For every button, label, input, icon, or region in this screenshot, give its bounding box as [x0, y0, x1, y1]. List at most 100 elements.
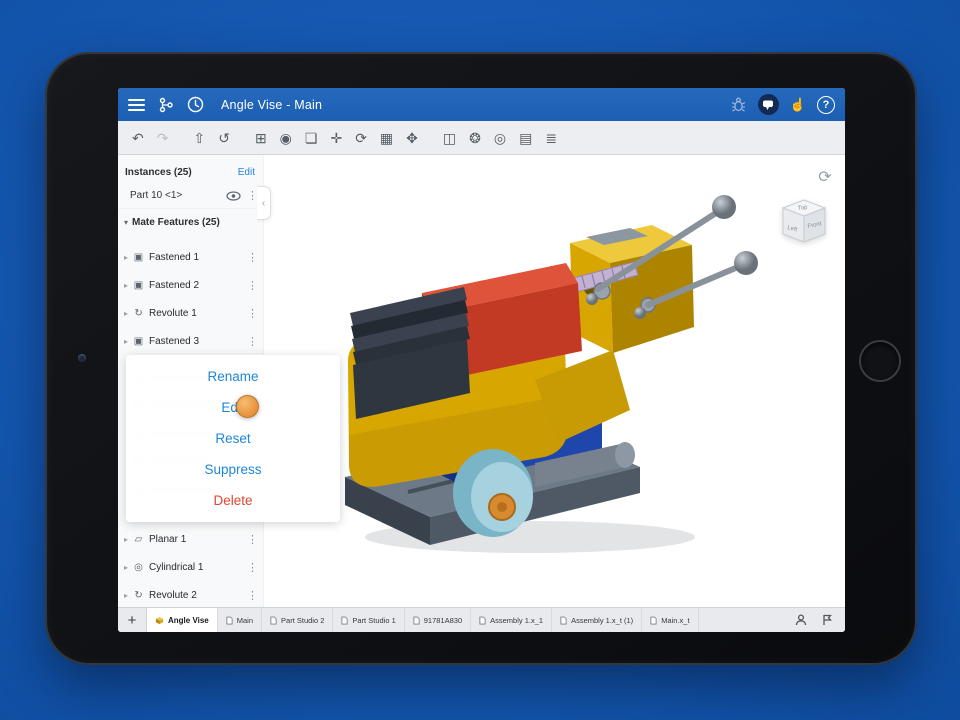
menu-icon[interactable] — [128, 98, 145, 111]
chevron-right-icon[interactable]: ▸ — [124, 281, 128, 290]
tab-91781a830[interactable]: 91781A830 — [405, 608, 472, 632]
main-content: ⟳ Top Left Front Instances (25) Edit Par… — [118, 155, 845, 607]
mate-item-fastened-2[interactable]: ▸ ▣ Fastened 2 ⋮ — [118, 271, 263, 299]
tab-label: Angle Vise — [168, 615, 209, 625]
group-icon[interactable]: ❏ — [305, 131, 318, 145]
insert-icon[interactable]: ⊞ — [255, 131, 267, 145]
mate-item-label: Revolute 2 — [149, 589, 197, 601]
redo-icon[interactable]: ↷ — [157, 131, 169, 145]
chevron-right-icon[interactable]: ▸ — [124, 337, 128, 346]
3d-model-angle-vise — [345, 195, 758, 553]
mate-item-cylindrical-1[interactable]: ▸ ◎ Cylindrical 1 ⋮ — [118, 553, 263, 581]
context-menu-delete[interactable]: Delete — [126, 485, 340, 516]
transform-icon[interactable]: ✥ — [406, 131, 418, 145]
home-button[interactable] — [859, 340, 901, 382]
mate-item-fastened-1[interactable]: ▸ ▣ Fastened 1 ⋮ — [118, 243, 263, 271]
context-menu-reset[interactable]: Reset — [126, 423, 340, 454]
pattern-icon[interactable]: ▤ — [519, 131, 532, 145]
tab-label: Assembly 1.x_1 — [490, 615, 544, 625]
fastened-mate-icon: ▣ — [133, 251, 144, 263]
versions-icon[interactable] — [158, 97, 174, 113]
bug-icon[interactable] — [730, 97, 747, 112]
document-icon — [226, 616, 233, 624]
overflow-menu-icon[interactable]: ⋮ — [247, 251, 258, 264]
document-icon — [270, 616, 277, 624]
visibility-eye-icon[interactable] — [226, 190, 241, 201]
app-window: Angle Vise - Main ☝ ? ↶ ↷ ⇧ ↺ ⊞ ◉ ❏ ✛ ⟳ … — [118, 88, 845, 632]
fastened-mate-icon: ▣ — [133, 279, 144, 291]
context-menu-rename[interactable]: Rename — [126, 361, 340, 392]
overflow-menu-icon[interactable]: ⋮ — [247, 279, 258, 292]
flag-icon[interactable] — [821, 614, 833, 626]
chevron-right-icon[interactable]: ▸ — [124, 535, 128, 544]
history-icon[interactable]: ↺ — [218, 131, 230, 145]
mate-item-planar-1[interactable]: ▸ ▱ Planar 1 ⋮ — [118, 525, 263, 553]
document-icon — [413, 616, 420, 624]
chevron-right-icon[interactable]: ▸ — [124, 563, 128, 572]
camera-dot — [78, 354, 86, 362]
chevron-right-icon[interactable]: ▸ — [124, 591, 128, 600]
mate-item-revolute-2[interactable]: ▸ ↻ Revolute 2 ⋮ — [118, 581, 263, 607]
document-tab-bar: + Angle Vise Main Part Studio 2 Part Stu… — [118, 607, 845, 632]
document-icon — [560, 616, 567, 624]
mate-item-revolute-1[interactable]: ▸ ↻ Revolute 1 ⋮ — [118, 299, 263, 327]
rotate-icon[interactable]: ⟳ — [355, 131, 367, 145]
stack-icon[interactable]: ≣ — [545, 131, 557, 145]
undo-icon[interactable]: ↶ — [132, 131, 144, 145]
tab-label: Main — [236, 615, 254, 625]
new-tab-button[interactable]: + — [118, 608, 146, 632]
tab-assembly-1-x-1[interactable]: Assembly 1.x_1 — [471, 608, 553, 632]
touch-mode-icon[interactable]: ☝ — [790, 98, 806, 111]
overflow-menu-icon[interactable]: ⋮ — [247, 307, 258, 320]
inspect-icon[interactable]: ◎ — [494, 131, 506, 145]
snap-mode-icon[interactable]: ▦ — [380, 131, 393, 145]
assembly-cube-icon — [155, 616, 164, 624]
mate-item-fastened-3[interactable]: ▸ ▣ Fastened 3 ⋮ — [118, 327, 263, 355]
overflow-menu-icon[interactable]: ⋮ — [247, 533, 258, 546]
export-icon[interactable]: ⇧ — [193, 131, 205, 145]
section-view-icon[interactable]: ◫ — [443, 131, 456, 145]
user-icon[interactable] — [795, 614, 807, 626]
mate-item-label: Cylindrical 1 — [149, 561, 204, 573]
cylindrical-mate-icon: ◎ — [134, 561, 143, 573]
tab-label: Main.x_t — [661, 615, 690, 625]
chevron-down-icon[interactable]: ▾ — [124, 218, 128, 227]
tab-part-studio-2[interactable]: Part Studio 2 — [262, 608, 334, 632]
tablet-device: Angle Vise - Main ☝ ? ↶ ↷ ⇧ ↺ ⊞ ◉ ❏ ✛ ⟳ … — [45, 52, 917, 665]
tab-label: Part Studio 1 — [352, 615, 396, 625]
chevron-right-icon[interactable]: ▸ — [124, 253, 128, 262]
overflow-menu-icon[interactable]: ⋮ — [247, 561, 258, 574]
view-cube[interactable]: Top Left Front — [773, 193, 833, 253]
rotate-view-icon[interactable]: ⟳ — [813, 165, 837, 189]
top-navigation-bar: Angle Vise - Main ☝ ? — [118, 88, 845, 121]
model-canvas[interactable]: ⟳ Top Left Front — [264, 155, 845, 607]
fastened-mate-icon: ▣ — [133, 335, 144, 347]
tabbar-right-icons — [795, 608, 845, 632]
overflow-menu-icon[interactable]: ⋮ — [247, 589, 258, 602]
overflow-menu-icon[interactable]: ⋮ — [247, 335, 258, 348]
document-icon — [650, 616, 657, 624]
move-icon[interactable]: ✛ — [330, 131, 342, 145]
panel-collapse-handle[interactable]: ‹ — [257, 186, 271, 220]
document-icon — [341, 616, 348, 624]
tab-main[interactable]: Main — [218, 608, 263, 632]
part-list-item[interactable]: Part 10 <1> ⋮ — [118, 183, 263, 209]
part-label: Part 10 <1> — [130, 190, 183, 201]
history-clock-icon[interactable] — [187, 96, 204, 113]
edit-list-link[interactable]: Edit — [238, 167, 255, 178]
context-menu-edit[interactable]: Edit — [126, 392, 340, 423]
mate-features-header: Mate Features (25) — [132, 216, 220, 228]
chevron-right-icon[interactable]: ▸ — [124, 309, 128, 318]
tab-angle-vise[interactable]: Angle Vise — [146, 608, 218, 632]
tab-part-studio-1[interactable]: Part Studio 1 — [333, 608, 405, 632]
feedback-chat-icon[interactable] — [757, 94, 779, 115]
document-icon — [479, 616, 486, 624]
mate-features-header-row[interactable]: ▾ Mate Features (25) — [118, 209, 263, 235]
revolute-mate-icon: ↻ — [134, 307, 143, 319]
tab-main-x-t[interactable]: Main.x_t — [642, 608, 699, 632]
appearance-icon[interactable]: ❂ — [469, 131, 481, 145]
mate-icon[interactable]: ◉ — [280, 131, 292, 145]
tab-assembly-1-x-t-1[interactable]: Assembly 1.x_t (1) — [552, 608, 643, 632]
help-icon[interactable]: ? — [817, 95, 835, 114]
context-menu-suppress[interactable]: Suppress — [126, 454, 340, 485]
